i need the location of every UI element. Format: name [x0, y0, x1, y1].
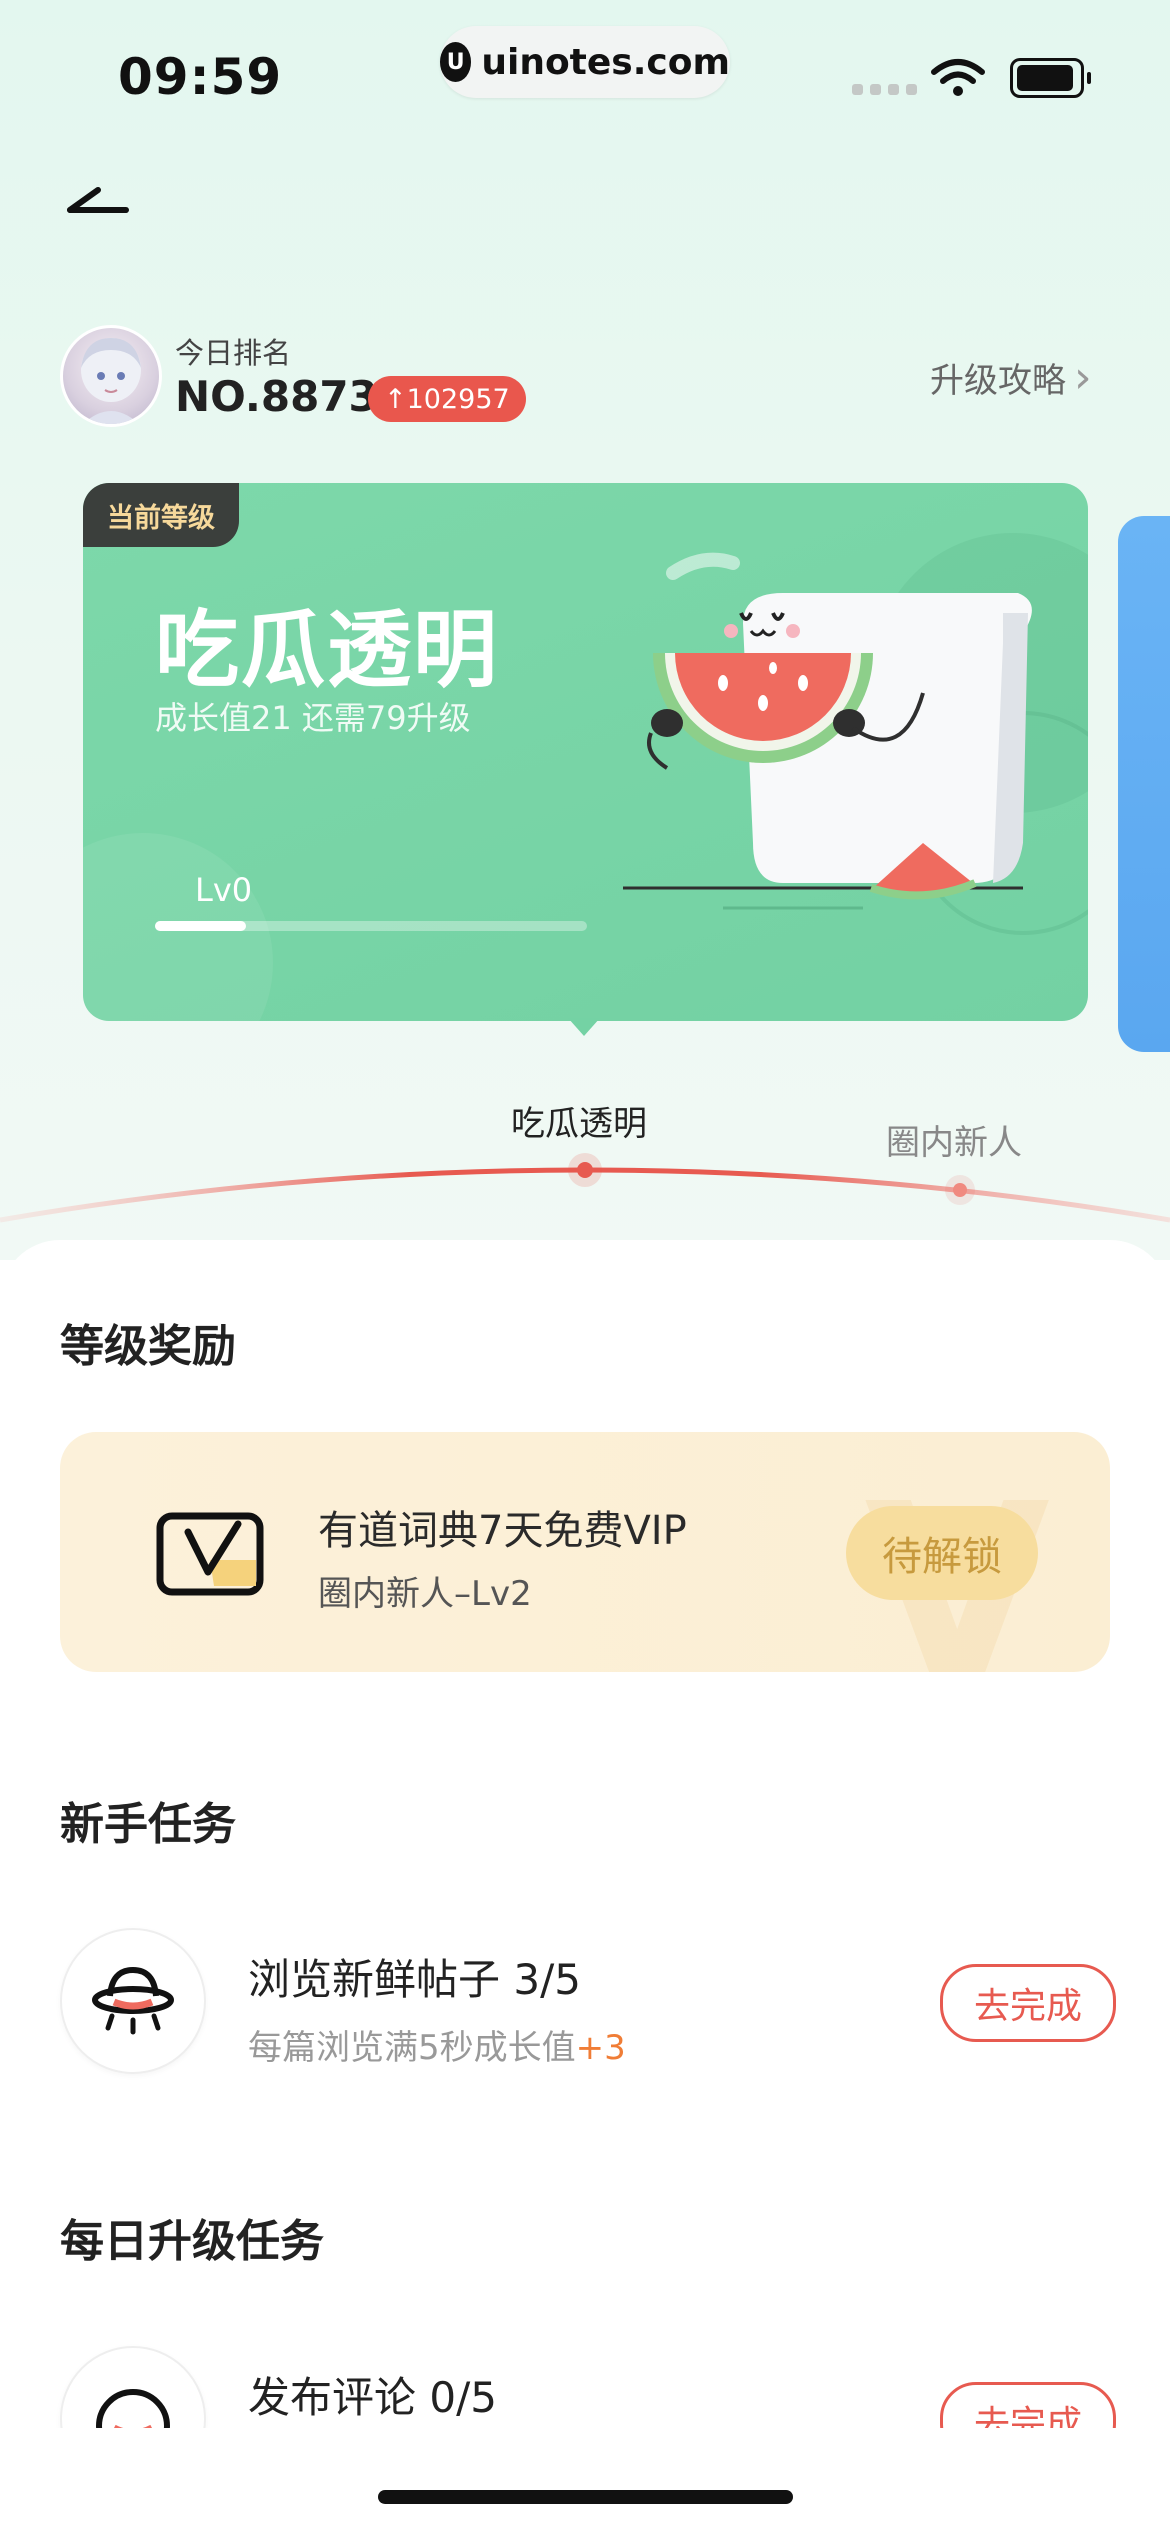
track-label-current: 吃瓜透明	[511, 1104, 647, 1144]
newbie-tasks-title: 新手任务	[60, 1799, 236, 1850]
url-text: uinotes.com	[481, 41, 730, 83]
reward-title: 有道词典7天免费VIP	[318, 1508, 687, 1554]
current-level-card[interactable]: 当前等级 吃瓜透明 成长值21 还需79升级 Lv0	[83, 483, 1088, 1021]
rank-value: NO.8873	[175, 372, 378, 421]
task-desc-text: 每篇浏览满5秒成长值	[248, 2028, 576, 2068]
complete-task-button[interactable]: 去完成	[940, 1964, 1116, 2042]
site-logo-icon: U	[440, 42, 472, 82]
level-progress-bar	[155, 921, 587, 931]
avatar[interactable]	[60, 325, 162, 427]
task-bonus: +3	[575, 2028, 626, 2068]
wifi-icon	[931, 59, 985, 96]
home-indicator[interactable]	[378, 2490, 793, 2504]
reward-card[interactable]: V 有道词典7天免费VIP 圈内新人–Lv2 待解锁	[60, 1432, 1110, 1672]
task-row-browse: 浏览新鲜帖子 3/5 每篇浏览满5秒成长值+3 去完成	[60, 1928, 1116, 2088]
rank-change-badge: ↑102957	[368, 376, 526, 422]
back-arrow-icon[interactable]	[60, 170, 150, 240]
reward-requirement: 圈内新人–Lv2	[318, 1574, 532, 1614]
level-number: Lv0	[195, 871, 253, 909]
cellular-signal-icon	[852, 84, 917, 95]
task-desc: 每篇浏览满5秒成长值+3	[248, 2020, 626, 2069]
url-pill[interactable]: U uinotes.com	[440, 26, 730, 98]
task-name: 发布评论 0/5	[248, 2373, 497, 2422]
rank-label: 今日排名	[175, 336, 292, 370]
level-title: 吃瓜透明	[155, 601, 500, 699]
upgrade-guide-label: 升级攻略	[930, 361, 1066, 401]
task-name: 浏览新鲜帖子 3/5	[248, 1955, 581, 2004]
status-time: 09:59	[118, 48, 283, 106]
bottom-safe-area	[0, 2428, 1170, 2532]
upgrade-guide-link[interactable]: 升级攻略 ›	[930, 352, 1092, 403]
battery-icon	[1010, 58, 1091, 98]
next-level-card[interactable]	[1118, 516, 1170, 1052]
card-pointer	[568, 1018, 600, 1036]
rewards-section-title: 等级奖励	[60, 1321, 236, 1372]
level-growth-text: 成长值21 还需79升级	[155, 699, 471, 737]
current-level-tag: 当前等级	[83, 483, 239, 547]
level-progress-fill	[155, 921, 246, 931]
vip-ticket-icon	[156, 1512, 264, 1596]
ufo-icon	[60, 1928, 206, 2074]
daily-tasks-title: 每日升级任务	[60, 2216, 324, 2267]
chevron-right-icon: ›	[1074, 352, 1092, 403]
locked-button[interactable]: 待解锁	[846, 1506, 1038, 1600]
watermelon-mascot-icon	[623, 552, 1032, 910]
track-label-next[interactable]: 圈内新人	[886, 1115, 1022, 1164]
